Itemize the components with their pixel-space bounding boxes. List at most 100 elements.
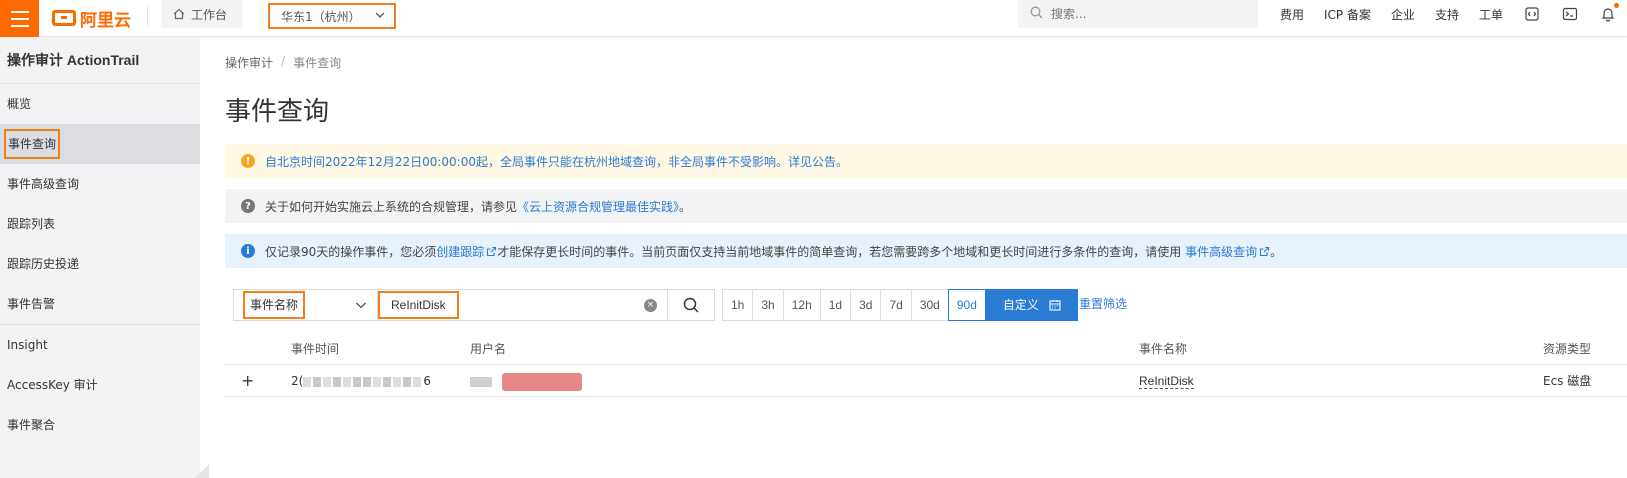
- workbench-label: 工作台: [191, 7, 228, 22]
- search-icon: [683, 297, 699, 313]
- redacted-time: [303, 376, 423, 387]
- time-range-90d[interactable]: 90d: [947, 289, 986, 321]
- custom-range-button[interactable]: 自定义: [985, 289, 1078, 321]
- breadcrumb-root[interactable]: 操作审计: [225, 54, 273, 71]
- terminal-icon[interactable]: [1561, 5, 1579, 23]
- clear-icon[interactable]: ×: [644, 299, 657, 312]
- aliyun-logo[interactable]: 阿里云: [52, 6, 131, 31]
- sidebar-item-insight[interactable]: Insight: [0, 325, 200, 365]
- region-label: 华东1（杭州）: [281, 9, 361, 24]
- help-text: 关于如何开始实施云上系统的合规管理，请参见《云上资源合规管理最佳实践》。: [265, 198, 691, 215]
- info-suffix: 。: [1270, 244, 1283, 259]
- time-range-1d[interactable]: 1d: [819, 289, 852, 321]
- sidebar-item-label: AccessKey 审计: [7, 378, 98, 392]
- time-range-group: 1h 3h 12h 1d 3d 7d 30d 90d 自定义: [722, 289, 1078, 321]
- time-range-3h[interactable]: 3h: [752, 289, 784, 321]
- link-enterprise[interactable]: 企业: [1391, 6, 1415, 23]
- info-prefix: 仅记录90天的操作事件，您必须: [265, 244, 437, 259]
- link-ticket[interactable]: 工单: [1479, 6, 1503, 23]
- header-event-name: 事件名称: [1139, 342, 1188, 356]
- link-icp[interactable]: ICP 备案: [1324, 6, 1371, 23]
- breadcrumb-current: 事件查询: [293, 56, 342, 70]
- query-input[interactable]: ReInitDisk ×: [377, 289, 668, 321]
- create-trail-label: 创建跟踪: [436, 244, 485, 259]
- help-alert: ? 关于如何开始实施云上系统的合规管理，请参见《云上资源合规管理最佳实践》。: [225, 189, 1627, 223]
- advanced-query-label: 事件高级查询: [1185, 244, 1258, 259]
- breadcrumb-separator: /: [281, 54, 286, 68]
- sidebar-item-overview[interactable]: 概览: [0, 84, 200, 124]
- compliance-practice-link[interactable]: 《云上资源合规管理最佳实践》: [517, 200, 679, 214]
- region-selector[interactable]: 华东1（杭州）: [268, 3, 396, 29]
- link-fees[interactable]: 费用: [1280, 6, 1304, 23]
- global-search[interactable]: [1018, 0, 1258, 28]
- sidebar-item-label: 跟踪列表: [7, 217, 56, 231]
- info-alert: i 仅记录90天的操作事件，您必须创建跟踪 才能保存更长时间的事件。当前页面仅支持…: [225, 234, 1627, 268]
- warning-icon: !: [241, 154, 255, 168]
- search-button[interactable]: [667, 289, 715, 321]
- table-row: + 2(6 ReInitDisk Ecs 磁盘: [225, 365, 1627, 397]
- menu-icon[interactable]: [0, 0, 39, 37]
- external-link-icon: [1260, 246, 1270, 256]
- table-header: 事件时间 用户名 事件名称 资源类型: [225, 333, 1627, 365]
- search-bar: 事件名称 ReInitDisk × 1h 3h 12h 1d 3d 7d 30d…: [233, 289, 1627, 321]
- notification-dot: [1614, 3, 1620, 8]
- sidebar-item-accesskey-audit[interactable]: AccessKey 审计: [0, 365, 200, 405]
- question-icon: ?: [241, 199, 255, 213]
- workbench-button[interactable]: 工作台: [161, 0, 243, 28]
- external-link-icon: [487, 246, 497, 256]
- custom-range-label: 自定义: [1002, 298, 1039, 312]
- divider: [147, 6, 148, 26]
- sidebar-item-label: 事件高级查询: [7, 177, 80, 191]
- time-range-7d[interactable]: 7d: [880, 289, 912, 321]
- resource-type-cell: Ecs 磁盘: [1543, 374, 1592, 388]
- time-range-1h[interactable]: 1h: [722, 289, 754, 321]
- sidebar-item-trail-history[interactable]: 跟踪历史投递: [0, 244, 200, 284]
- search-icon: [1030, 6, 1043, 22]
- time-range-12h[interactable]: 12h: [782, 289, 821, 321]
- query-input-value: ReInitDisk: [378, 291, 459, 319]
- code-icon[interactable]: [1523, 5, 1541, 23]
- chevron-down-icon: [355, 299, 367, 311]
- sidebar-item-label: 事件聚合: [7, 418, 56, 432]
- sidebar-item-label: 事件查询: [4, 129, 61, 159]
- main-content: 操作审计 / 事件查询 事件查询 ! 自北京时间2022年12月22日00:00…: [225, 37, 1627, 478]
- sidebar-item-label: Insight: [7, 338, 48, 352]
- aliyun-logo-icon: [52, 10, 76, 26]
- time-range-30d[interactable]: 30d: [910, 289, 949, 321]
- expand-row-icon[interactable]: +: [241, 365, 254, 397]
- sidebar-item-event-alerts[interactable]: 事件告警: [0, 284, 200, 324]
- global-search-input[interactable]: [1051, 7, 1241, 21]
- sidebar: 操作审计 ActionTrail 概览 事件查询 事件高级查询 跟踪列表 跟踪历…: [0, 37, 200, 478]
- advanced-query-link[interactable]: 事件高级查询: [1185, 245, 1270, 259]
- chevron-down-icon: [375, 11, 385, 21]
- breadcrumb: 操作审计 / 事件查询: [225, 54, 341, 71]
- sidebar-item-advanced-query[interactable]: 事件高级查询: [0, 164, 200, 204]
- events-table: 事件时间 用户名 事件名称 资源类型 + 2(6 ReInitDisk Ecs …: [225, 333, 1627, 397]
- attribute-select[interactable]: 事件名称: [233, 289, 378, 321]
- link-support[interactable]: 支持: [1435, 6, 1459, 23]
- header-event-time: 事件时间: [291, 342, 340, 356]
- attribute-select-value: 事件名称: [243, 291, 306, 319]
- reset-filter-link[interactable]: 重置筛选: [1079, 289, 1127, 319]
- warning-alert: ! 自北京时间2022年12月22日00:00:00起，全局事件只能在杭州地域查…: [225, 144, 1627, 178]
- event-name-cell: ReInitDisk: [1139, 365, 1194, 397]
- sidebar-item-label: 概览: [7, 97, 32, 111]
- event-name-link[interactable]: ReInitDisk: [1139, 374, 1194, 389]
- logo-text: 阿里云: [80, 10, 131, 31]
- home-icon: [173, 8, 185, 20]
- sidebar-item-event-query[interactable]: 事件查询: [0, 124, 200, 164]
- top-links: 费用 ICP 备案 企业 支持 工单: [1280, 0, 1620, 28]
- sidebar-item-trail-list[interactable]: 跟踪列表: [0, 204, 200, 244]
- calendar-icon: [1049, 300, 1061, 311]
- warning-text[interactable]: 自北京时间2022年12月22日00:00:00起，全局事件只能在杭州地域查询，…: [265, 153, 848, 170]
- corner-decoration: [195, 464, 209, 478]
- header-username: 用户名: [470, 342, 507, 356]
- sidebar-item-event-aggregation[interactable]: 事件聚合: [0, 405, 200, 445]
- create-trail-link[interactable]: 创建跟踪: [436, 245, 497, 259]
- header-resource-type: 资源类型: [1543, 342, 1592, 356]
- username-cell: [470, 365, 582, 397]
- bell-icon[interactable]: [1599, 3, 1620, 23]
- redacted-username: [470, 372, 582, 391]
- time-range-3d[interactable]: 3d: [850, 289, 882, 321]
- help-prefix: 关于如何开始实施云上系统的合规管理，请参见: [265, 199, 518, 214]
